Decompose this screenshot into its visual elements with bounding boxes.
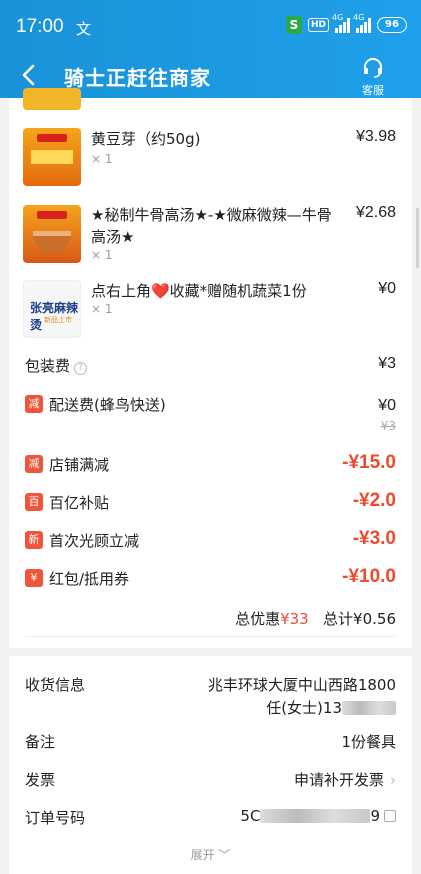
item-qty: × 1 — [91, 302, 113, 316]
help-icon[interactable]: ? — [74, 362, 88, 375]
item-qty: × 1 — [91, 152, 113, 166]
discount-tag: ¥ — [25, 569, 43, 587]
order-summary: 总优惠¥33 总计¥0.56 — [235, 608, 396, 629]
chevron-down-icon: ﹀ — [218, 848, 231, 862]
remark-value: 1份餐具 — [341, 733, 396, 751]
total-discount-value: ¥33 — [280, 610, 309, 628]
address-label: 收货信息 — [25, 676, 86, 694]
order-detail-card: 黄豆芽（约50g) × 1 ¥3.98 ★秘制牛骨高汤★-★微麻微辣—牛骨高汤★… — [9, 88, 412, 648]
delivery-fee-label: 配送费(蜂鸟快送) — [49, 396, 166, 414]
item-price: ¥0 — [378, 280, 396, 297]
status-bar: 17:00 文 S HD 4G 4G 96 — [0, 0, 421, 52]
item-price: ¥3.98 — [355, 128, 396, 145]
discount-tag: 新 — [25, 531, 43, 549]
item-name: 黄豆芽（约50g) — [91, 130, 201, 148]
delivery-fee-value: ¥0 — [378, 397, 396, 414]
product-image[interactable]: 张亮麻辣烫 新品上市 — [23, 280, 81, 338]
invoice-button[interactable]: 申请补开发票 › — [294, 769, 396, 790]
signal-icon: 4G — [332, 13, 350, 33]
headset-icon — [364, 58, 382, 78]
item-price: ¥2.68 — [355, 204, 396, 221]
address-value: 兆丰环球大厦中山西路1800 任(女士)13 — [208, 674, 396, 720]
product-image[interactable] — [23, 128, 81, 186]
total-discount-label: 总优惠 — [235, 610, 281, 628]
battery-icon: 96 — [377, 17, 407, 33]
status-icons: S HD 4G 4G 96 — [285, 13, 407, 34]
item-qty: × 1 — [91, 248, 113, 262]
status-time: 17:00 — [16, 16, 64, 37]
packing-fee-value: ¥3 — [378, 355, 396, 372]
expand-button[interactable]: 展开 ﹀ — [9, 846, 412, 863]
item-name: ★秘制牛骨高汤★-★微麻微辣—牛骨高汤★ — [91, 206, 332, 246]
total-label: 总计 — [323, 610, 354, 628]
contact-line: 任(女士)13 — [208, 697, 396, 720]
discount-value: -¥2.0 — [352, 490, 396, 511]
chevron-right-icon: › — [390, 771, 396, 789]
discount-label: 百亿补贴 — [49, 494, 110, 512]
discount-label: 红包/抵用券 — [49, 570, 130, 588]
discount-value: -¥10.0 — [342, 566, 396, 587]
item-name: 点右上角❤️收藏*赠随机蔬菜1份 — [91, 282, 307, 300]
product-image-partial — [23, 88, 81, 110]
product-image[interactable] — [23, 205, 81, 263]
order-number-label: 订单号码 — [25, 809, 86, 827]
hd-icon: HD — [307, 18, 329, 32]
page-title: 骑士正赶往商家 — [64, 66, 211, 90]
back-arrow-icon[interactable] — [16, 60, 44, 90]
discount-value: -¥15.0 — [342, 452, 396, 473]
discount-value: -¥3.0 — [352, 528, 396, 549]
delivery-info-card: 收货信息 兆丰环球大厦中山西路1800 任(女士)13 备注 1份餐具 发票 申… — [9, 656, 412, 874]
invoice-label: 发票 — [25, 771, 56, 789]
service-label: 客服 — [362, 84, 384, 97]
delivery-fee-original: ¥3 — [380, 419, 396, 433]
customer-service-button[interactable]: 客服 — [355, 58, 391, 98]
remark-label: 备注 — [25, 733, 56, 751]
discount-tag: 减 — [25, 395, 43, 413]
discount-tag: 百 — [25, 493, 43, 511]
discount-tag: 减 — [25, 455, 43, 473]
address-line: 兆丰环球大厦中山西路1800 — [207, 676, 396, 694]
discount-label: 店铺满减 — [49, 456, 110, 474]
copy-icon[interactable] — [384, 810, 396, 822]
discount-label: 首次光顾立减 — [49, 532, 140, 550]
packing-fee-label: 包装费? — [25, 355, 88, 376]
sim-icon: S — [285, 16, 302, 34]
status-glyph: 文 — [76, 20, 92, 38]
signal-icon-2: 4G — [353, 13, 371, 33]
masked-text — [342, 701, 396, 715]
scrollbar[interactable] — [416, 208, 419, 268]
total-value: ¥0.56 — [353, 610, 396, 628]
masked-text — [260, 809, 371, 823]
divider — [25, 636, 396, 637]
order-number-value: 5C 9 — [240, 807, 396, 825]
